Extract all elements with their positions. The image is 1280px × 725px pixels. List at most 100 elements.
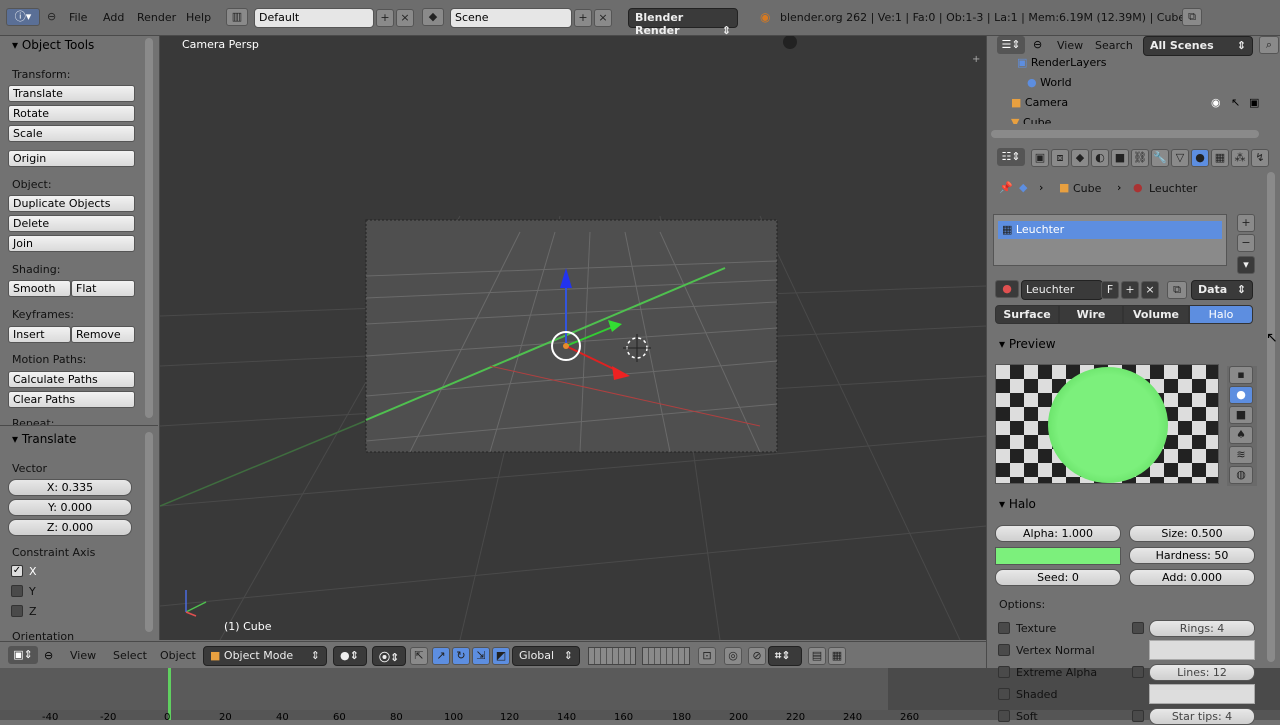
lines-color-swatch[interactable] bbox=[1149, 684, 1255, 704]
material-slot-item[interactable]: ▦ Leuchter bbox=[998, 221, 1222, 239]
scale-manipulator-icon[interactable]: ⇲ bbox=[472, 647, 490, 665]
proportional-edit-icon[interactable]: ◎ bbox=[724, 647, 742, 665]
modifiers-tab-icon[interactable]: 🔧 bbox=[1151, 149, 1169, 167]
pin-icon[interactable]: 📌 bbox=[999, 181, 1013, 194]
fullscreen-icon[interactable]: ⧉ bbox=[1182, 8, 1202, 26]
origin-button[interactable]: Origin bbox=[8, 150, 135, 167]
particles-tab-icon[interactable]: ⁂ bbox=[1231, 149, 1249, 167]
clear-paths-button[interactable]: Clear Paths bbox=[8, 391, 135, 408]
visibility-eye-icon[interactable]: ◉ bbox=[1211, 96, 1221, 109]
remove-keyframe-button[interactable]: Remove bbox=[71, 326, 135, 343]
constraints-tab-icon[interactable]: ⛓ bbox=[1131, 149, 1149, 167]
object-tab-icon[interactable]: ■ bbox=[1111, 149, 1129, 167]
scene-field[interactable]: Scene bbox=[450, 8, 572, 28]
vector-x-field[interactable]: X: 0.335 bbox=[8, 479, 132, 496]
shaded-checkbox[interactable] bbox=[998, 688, 1010, 700]
add-screen-icon[interactable]: + bbox=[376, 9, 394, 27]
tab-halo[interactable]: Halo bbox=[1189, 305, 1253, 324]
outliner-item-renderlayers[interactable]: ▣ RenderLayers bbox=[1017, 56, 1106, 69]
menu-render[interactable]: Render bbox=[137, 11, 176, 24]
star-tips-field[interactable]: Star tips: 4 bbox=[1149, 708, 1255, 725]
mode-dropdown[interactable]: ■ Object Mode ⇕ bbox=[203, 646, 327, 666]
material-name-field[interactable]: Leuchter bbox=[1021, 280, 1103, 300]
constraint-x-checkbox[interactable]: ✓ bbox=[11, 565, 23, 577]
star-checkbox[interactable] bbox=[1132, 710, 1144, 722]
fake-user-toggle[interactable]: F bbox=[1101, 281, 1119, 299]
flat-button[interactable]: Flat bbox=[71, 280, 135, 297]
preview-flat-icon[interactable]: ▪ bbox=[1229, 366, 1253, 384]
rotate-button[interactable]: Rotate bbox=[8, 105, 135, 122]
constraint-z-checkbox[interactable] bbox=[11, 605, 23, 617]
duplicate-objects-button[interactable]: Duplicate Objects bbox=[8, 195, 135, 212]
halo-size-field[interactable]: Size: 0.500 bbox=[1129, 525, 1255, 542]
render-opengl-icon[interactable]: ▤ bbox=[808, 647, 826, 665]
operator-scrollbar[interactable] bbox=[145, 432, 153, 632]
rotate-manipulator-icon[interactable]: ↻ bbox=[452, 647, 470, 665]
link-type-dropdown[interactable]: Data ⇕ bbox=[1191, 280, 1253, 300]
search-icon[interactable]: ⌕ bbox=[1259, 36, 1279, 54]
texture-checkbox[interactable] bbox=[998, 622, 1010, 634]
translate-operator-header[interactable]: ▾ Translate bbox=[12, 432, 76, 446]
renderlayers-tab-icon[interactable]: ⧈ bbox=[1051, 149, 1069, 167]
physics-tab-icon[interactable]: ↯ bbox=[1251, 149, 1269, 167]
editor-type-properties-button[interactable]: ☷⇕ bbox=[997, 148, 1025, 166]
data-tab-icon[interactable]: ▽ bbox=[1171, 149, 1189, 167]
add-slot-icon[interactable]: + bbox=[1237, 214, 1255, 232]
lines-field[interactable]: Lines: 12 bbox=[1149, 664, 1255, 681]
menu-help[interactable]: Help bbox=[186, 11, 211, 24]
menu-file[interactable]: File bbox=[69, 11, 87, 24]
extreme-alpha-checkbox[interactable] bbox=[998, 666, 1010, 678]
slot-specials-icon[interactable]: ▾ bbox=[1237, 256, 1255, 274]
lines-checkbox[interactable] bbox=[1132, 666, 1144, 678]
preview-hair-icon[interactable]: ≋ bbox=[1229, 446, 1253, 464]
vertex-normal-checkbox[interactable] bbox=[998, 644, 1010, 656]
render-camera-icon[interactable]: ▣ bbox=[1249, 96, 1259, 109]
constraint-y-checkbox[interactable] bbox=[11, 585, 23, 597]
world-tab-icon[interactable]: ◐ bbox=[1091, 149, 1109, 167]
tab-wire[interactable]: Wire bbox=[1059, 305, 1123, 324]
screen-layout-field[interactable]: Default bbox=[254, 8, 374, 28]
snap-element-dropdown[interactable]: ⌗⇕ bbox=[768, 646, 802, 666]
halo-seed-field[interactable]: Seed: 0 bbox=[995, 569, 1121, 586]
editor-type-3dview-button[interactable]: ▣⇕ bbox=[8, 646, 38, 664]
material-slot-list[interactable]: ▦ Leuchter bbox=[993, 214, 1227, 266]
snap-toggle-icon[interactable]: ⊘ bbox=[748, 647, 766, 665]
insert-keyframe-button[interactable]: Insert bbox=[8, 326, 71, 343]
editor-type-outliner-button[interactable]: ☰⇕ bbox=[997, 36, 1025, 54]
vector-z-field[interactable]: Z: 0.000 bbox=[8, 519, 132, 536]
halo-alpha-field[interactable]: Alpha: 1.000 bbox=[995, 525, 1121, 542]
preview-cube-icon[interactable]: ■ bbox=[1229, 406, 1253, 424]
translate-manipulator-icon[interactable]: ↗ bbox=[432, 647, 450, 665]
halo-hardness-field[interactable]: Hardness: 50 bbox=[1129, 547, 1255, 564]
delete-scene-icon[interactable]: × bbox=[594, 9, 612, 27]
remove-slot-icon[interactable]: − bbox=[1237, 234, 1255, 252]
halo-panel-header[interactable]: ▾ Halo bbox=[999, 497, 1036, 511]
outliner-item-camera[interactable]: ■ Camera bbox=[1011, 96, 1068, 109]
smooth-button[interactable]: Smooth bbox=[8, 280, 71, 297]
preview-monkey-icon[interactable]: ♠ bbox=[1229, 426, 1253, 444]
unlink-material-icon[interactable]: × bbox=[1141, 281, 1159, 299]
menu-add[interactable]: Add bbox=[103, 11, 124, 24]
rings-color-swatch[interactable] bbox=[1149, 640, 1255, 660]
editor-type-info-button[interactable]: ⓘ▾ bbox=[6, 8, 40, 26]
properties-scrollbar[interactable] bbox=[1267, 172, 1275, 662]
screen-layout-icon[interactable]: ▥ bbox=[226, 8, 248, 26]
outliner-item-world[interactable]: ● World bbox=[1027, 76, 1072, 89]
calculate-paths-button[interactable]: Calculate Paths bbox=[8, 371, 135, 388]
scene-icon[interactable]: ◆ bbox=[422, 8, 444, 26]
add-scene-icon[interactable]: + bbox=[574, 9, 592, 27]
rings-checkbox[interactable] bbox=[1132, 622, 1144, 634]
collapse-menu-icon[interactable]: ⊖ bbox=[44, 649, 53, 662]
outliner-item-cube[interactable]: ▼ Cube bbox=[1011, 116, 1051, 124]
tab-volume[interactable]: Volume bbox=[1123, 305, 1189, 324]
scale-button[interactable]: Scale bbox=[8, 125, 135, 142]
vector-y-field[interactable]: Y: 0.000 bbox=[8, 499, 132, 516]
material-browse-icon[interactable]: ● bbox=[995, 280, 1019, 298]
region-expand-icon[interactable]: + bbox=[972, 54, 980, 65]
lock-layers-icon[interactable]: ⊡ bbox=[698, 647, 716, 665]
halo-color-swatch[interactable] bbox=[995, 547, 1121, 565]
node-material-icon[interactable]: ⧉ bbox=[1167, 281, 1187, 299]
render-animation-icon[interactable]: ▦ bbox=[828, 647, 846, 665]
delete-button[interactable]: Delete bbox=[8, 215, 135, 232]
outliner-scrollbar[interactable] bbox=[991, 130, 1259, 138]
